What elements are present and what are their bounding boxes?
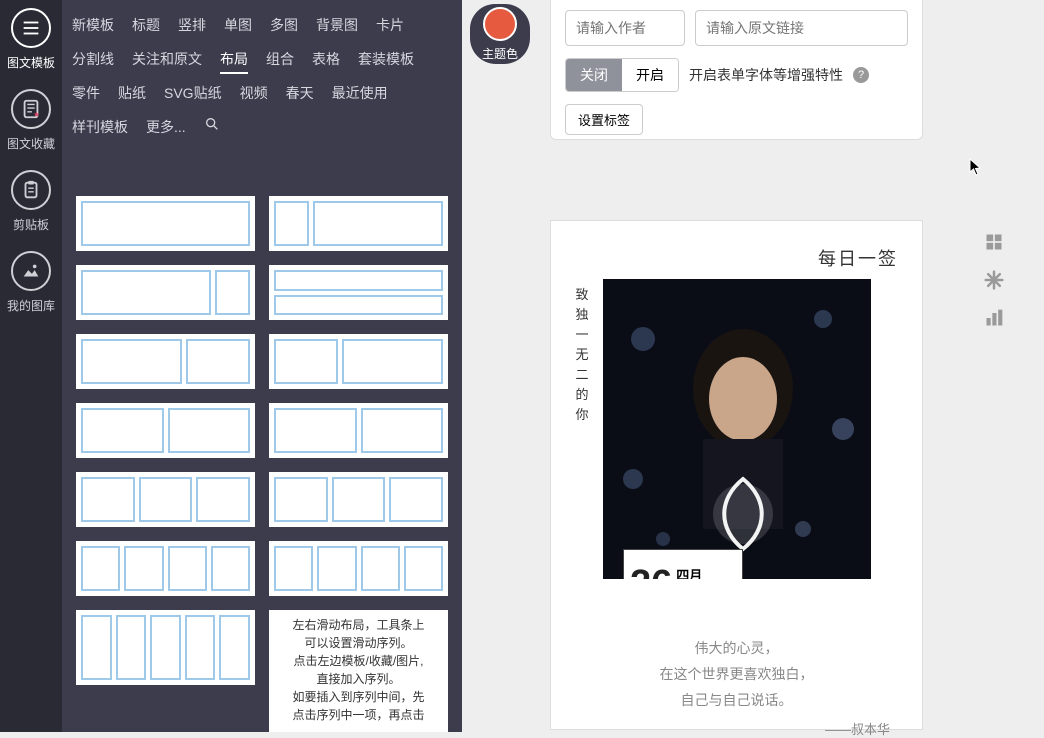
grid-view-icon[interactable] <box>984 232 1004 252</box>
help-l1: 左右滑动布局，工具条上 <box>271 616 446 634</box>
nav-bg[interactable]: 背景图 <box>316 8 358 42</box>
template-nav: 新模板 标题 竖排 单图 多图 背景图 卡片 分割线 关注和原文 布局 组合 表… <box>62 0 462 180</box>
nav-table[interactable]: 表格 <box>312 42 340 76</box>
rail-label: 图文收藏 <box>7 135 55 152</box>
theme-swatch-icon <box>483 7 517 41</box>
search-icon <box>204 116 220 132</box>
rail-label: 剪贴板 <box>13 216 49 233</box>
layout-2v[interactable] <box>269 265 448 320</box>
nav-more[interactable]: 更多... <box>146 110 186 144</box>
daily-title: 每日一签 <box>575 245 898 271</box>
layout-4h[interactable] <box>76 541 255 596</box>
author-input[interactable] <box>565 10 685 46</box>
theme-label: 主题色 <box>482 45 518 62</box>
clipboard-icon <box>11 170 51 210</box>
layout-2h[interactable] <box>76 403 255 458</box>
nav-recent[interactable]: 最近使用 <box>332 76 388 110</box>
set-tag-button[interactable]: 设置标签 <box>565 104 643 135</box>
nav-video[interactable]: 视频 <box>240 76 268 110</box>
nav-layout[interactable]: 布局 <box>220 42 248 76</box>
layout-1-3[interactable] <box>269 196 448 251</box>
nav-svg[interactable]: SVG贴纸 <box>164 76 222 110</box>
help-l6: 点击序列中一项，再点击 <box>271 706 446 724</box>
rail-favorites[interactable]: 图文收藏 <box>7 89 55 152</box>
layout-2h-b[interactable] <box>269 403 448 458</box>
preview-photo: 26 四月 星期日 <box>603 279 871 579</box>
cursor-icon <box>969 158 983 176</box>
nav-card[interactable]: 卡片 <box>376 8 404 42</box>
quote-block: 伟大的心灵， 在这个世界更喜欢独白， 自己与自己说话。 <box>575 635 898 713</box>
layout-4h-b[interactable] <box>269 541 448 596</box>
toggle-on-button[interactable]: 开启 <box>622 59 678 91</box>
enhance-toggle: 关闭 开启 <box>565 58 679 92</box>
nav-search[interactable] <box>204 110 220 144</box>
source-link-input[interactable] <box>695 10 908 46</box>
toggle-off-button[interactable]: 关闭 <box>566 59 622 91</box>
nav-sample[interactable]: 样刊模板 <box>72 110 128 144</box>
bars-icon[interactable] <box>984 308 1004 328</box>
theme-color[interactable]: 主题色 <box>470 4 530 64</box>
asterisk-icon[interactable] <box>984 270 1004 290</box>
nav-suite[interactable]: 套装模板 <box>358 42 414 76</box>
rail-label: 我的图库 <box>7 297 55 314</box>
menu-icon <box>11 8 51 48</box>
layout-5h[interactable] <box>76 610 255 685</box>
nav-single[interactable]: 单图 <box>224 8 252 42</box>
nav-spring[interactable]: 春天 <box>286 76 314 110</box>
date-day: 26 <box>630 563 672 580</box>
layout-1-2[interactable] <box>269 334 448 389</box>
preview-card[interactable]: 每日一签 致 独 一 无 二 的 你 26 四月 <box>550 220 923 730</box>
help-l3: 点击左边模板/收藏/图片, <box>271 652 446 670</box>
nav-title[interactable]: 标题 <box>132 8 160 42</box>
help-icon[interactable]: ? <box>853 67 869 83</box>
layout-1x1[interactable] <box>76 196 255 251</box>
nav-new[interactable]: 新模板 <box>72 8 114 42</box>
nav-parts[interactable]: 零件 <box>72 76 100 110</box>
right-tools <box>984 232 1004 328</box>
layout-3h[interactable] <box>76 472 255 527</box>
help-l5: 如要插入到序列中间，先 <box>271 688 446 706</box>
vertical-text: 致 独 一 无 二 的 你 <box>575 279 589 579</box>
rail-label: 图文模板 <box>7 54 55 71</box>
quote-l2: 在这个世界更喜欢独白， <box>575 661 898 687</box>
date-month: 四月 <box>676 565 715 579</box>
quote-l1: 伟大的心灵， <box>575 635 898 661</box>
nav-follow[interactable]: 关注和原文 <box>132 42 202 76</box>
layout-help-card[interactable]: 左右滑动布局，工具条上 可以设置滑动序列。 点击左边模板/收藏/图片, 直接加入… <box>269 610 448 732</box>
article-form: 关闭 开启 开启表单字体等增强特性 ? 设置标签 <box>550 0 923 140</box>
quote-l3: 自己与自己说话。 <box>575 687 898 713</box>
nav-multi[interactable]: 多图 <box>270 8 298 42</box>
rail-gallery[interactable]: 我的图库 <box>7 251 55 314</box>
nav-sticker[interactable]: 贴纸 <box>118 76 146 110</box>
doc-star-icon <box>11 89 51 129</box>
layout-3h-b[interactable] <box>269 472 448 527</box>
nav-divider[interactable]: 分割线 <box>72 42 114 76</box>
photo-placeholder-icon <box>603 279 871 579</box>
layout-3-1[interactable] <box>76 265 255 320</box>
help-l4: 直接加入序列。 <box>271 670 446 688</box>
quote-source: ——叔本华 <box>575 719 898 738</box>
image-icon <box>11 251 51 291</box>
nav-vertical[interactable]: 竖排 <box>178 8 206 42</box>
date-box: 26 四月 星期日 <box>623 549 743 579</box>
nav-combo[interactable]: 组合 <box>266 42 294 76</box>
left-rail: 图文模板 图文收藏 剪贴板 我的图库 <box>0 0 62 732</box>
rail-clipboard[interactable]: 剪贴板 <box>11 170 51 233</box>
layout-2-1[interactable] <box>76 334 255 389</box>
help-l2: 可以设置滑动序列。 <box>271 634 446 652</box>
layout-templates[interactable]: 左右滑动布局，工具条上 可以设置滑动序列。 点击左边模板/收藏/图片, 直接加入… <box>62 180 462 732</box>
rail-templates[interactable]: 图文模板 <box>7 8 55 71</box>
enhance-label: 开启表单字体等增强特性 <box>689 65 843 85</box>
